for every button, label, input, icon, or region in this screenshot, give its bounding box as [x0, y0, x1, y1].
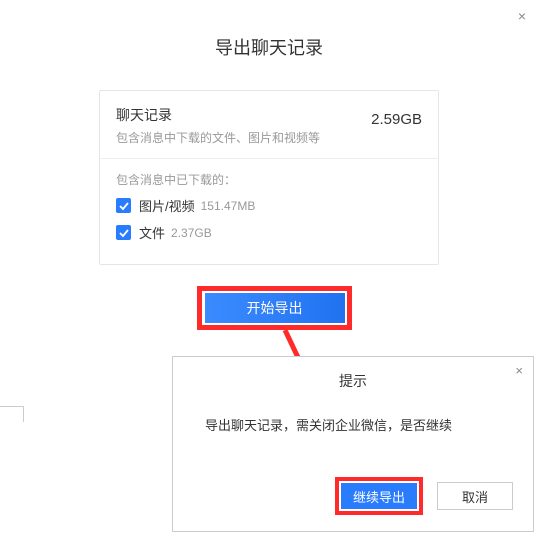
card-body: 包含消息中已下载的： 图片/视频 151.47MB 文件 2.37GB — [100, 159, 438, 264]
item-size: 2.37GB — [171, 226, 212, 240]
close-icon[interactable]: × — [515, 363, 523, 378]
check-icon — [119, 201, 129, 211]
chat-desc: 包含消息中下载的文件、图片和视频等 — [116, 129, 320, 146]
highlight-box-continue: 继续导出 — [335, 477, 423, 515]
item-label: 文件 — [139, 223, 165, 242]
highlight-box-start: 开始导出 — [197, 286, 352, 330]
cancel-button[interactable]: 取消 — [437, 482, 513, 510]
chat-label: 聊天记录 — [116, 105, 320, 125]
chat-records-card: 聊天记录 包含消息中下载的文件、图片和视频等 2.59GB 包含消息中已下载的：… — [99, 90, 439, 265]
check-icon — [119, 228, 129, 238]
dialog-body: 导出聊天记录，需关闭企业微信，是否继续 — [173, 391, 533, 437]
confirm-dialog: × 提示 导出聊天记录，需关闭企业微信，是否继续 继续导出 取消 — [172, 356, 534, 532]
downloaded-label: 包含消息中已下载的： — [116, 171, 422, 188]
window-edge-fragment — [0, 406, 24, 422]
list-item: 文件 2.37GB — [116, 223, 422, 242]
page-title: 导出聊天记录 — [0, 0, 538, 60]
card-header: 聊天记录 包含消息中下载的文件、图片和视频等 2.59GB — [100, 91, 438, 158]
item-label: 图片/视频 — [139, 196, 195, 215]
item-size: 151.47MB — [201, 199, 256, 213]
checkbox-images[interactable] — [116, 198, 131, 213]
list-item: 图片/视频 151.47MB — [116, 196, 422, 215]
dialog-title: 提示 — [173, 357, 533, 391]
close-icon[interactable]: × — [518, 8, 526, 24]
total-size: 2.59GB — [371, 111, 422, 128]
checkbox-files[interactable] — [116, 225, 131, 240]
dialog-actions: 继续导出 取消 — [335, 477, 513, 515]
start-export-button[interactable]: 开始导出 — [205, 293, 345, 323]
continue-export-button[interactable]: 继续导出 — [341, 483, 417, 509]
